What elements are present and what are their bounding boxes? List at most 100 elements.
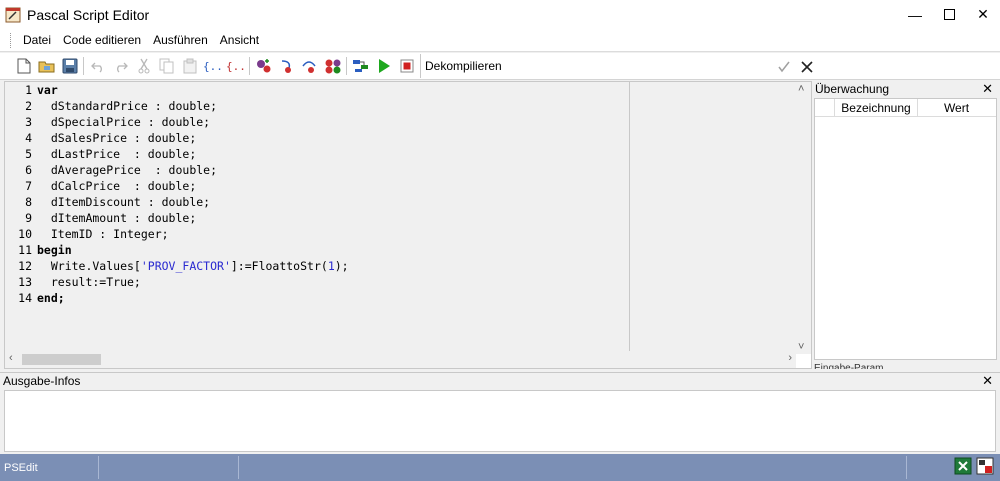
watch-panel-header: Überwachung ✕	[814, 81, 997, 97]
line-number: 6	[25, 163, 32, 177]
code-editor[interactable]: 1 2 3 4 5 6 7 8 9 10 11 12 13 14 var dSt…	[4, 81, 812, 369]
watch-panel-close-icon[interactable]: ✕	[982, 81, 993, 97]
braces-blue-icon: {..}	[203, 60, 223, 73]
code-line[interactable]: dItemAmount : double;	[36, 210, 796, 226]
redo-icon	[116, 62, 128, 73]
code-line[interactable]: dCalcPrice : double;	[36, 178, 796, 194]
new-file-button[interactable]	[12, 55, 35, 77]
menu-ausfuehren[interactable]: Ausführen	[147, 33, 214, 47]
output-panel-title: Ausgabe-Infos	[3, 374, 81, 388]
stop-icon	[400, 59, 413, 73]
copy-icon	[159, 58, 173, 74]
code-line[interactable]: dSpecialPrice : double;	[36, 114, 796, 130]
input-params-tab[interactable]: Eingabe-Param	[814, 363, 883, 369]
menu-ansicht[interactable]: Ansicht	[214, 33, 265, 47]
line-number: 5	[25, 147, 32, 161]
run-button[interactable]	[372, 55, 395, 77]
code-line-highlighted[interactable]: Write.Values['PROV_FACTOR']:=FloattoStr(…	[36, 258, 796, 274]
open-folder-icon	[38, 61, 54, 73]
paste-button[interactable]	[178, 55, 201, 77]
breakpoint-icon	[256, 59, 270, 73]
scroll-up-icon[interactable]: ˄	[798, 83, 804, 95]
code-line[interactable]: ItemID : Integer;	[36, 226, 796, 242]
menu-bar: Datei Code editieren Ausführen Ansicht	[0, 29, 1000, 52]
scroll-left-icon[interactable]: ‹	[9, 352, 13, 364]
watch-header-indicator	[815, 99, 835, 116]
code-line[interactable]: dAveragePrice : double;	[36, 162, 796, 178]
status-cell-3	[239, 456, 907, 479]
line-number: 2	[25, 99, 32, 113]
output-panel-header: Ausgabe-Infos ✕	[0, 373, 1000, 389]
cut-button[interactable]	[132, 55, 155, 77]
scroll-right-icon[interactable]: ›	[788, 352, 792, 364]
menu-code-editieren[interactable]: Code editieren	[57, 33, 147, 47]
compile-icon	[352, 60, 368, 72]
toolbar-separator	[346, 57, 347, 75]
open-file-button[interactable]	[35, 55, 58, 77]
line-number: 4	[25, 131, 32, 145]
watch-table-header: Bezeichnung Wert	[815, 99, 996, 117]
compile-button[interactable]	[349, 55, 372, 77]
close-button[interactable]: ✕	[966, 0, 1000, 29]
undo-button[interactable]	[86, 55, 109, 77]
code-text-area[interactable]: var dStandardPrice : double; dSpecialPri…	[36, 82, 796, 354]
line-number: 13	[18, 275, 32, 289]
window-title: Pascal Script Editor	[27, 6, 150, 23]
code-line[interactable]: result:=True;	[36, 274, 796, 290]
cancel-button[interactable]	[795, 56, 818, 78]
redo-button[interactable]	[109, 55, 132, 77]
horizontal-scrollbar[interactable]: ‹ ›	[5, 351, 796, 368]
watch-header-bezeichnung[interactable]: Bezeichnung	[835, 99, 918, 116]
stop-button[interactable]	[395, 55, 418, 77]
save-button[interactable]	[58, 55, 81, 77]
confirm-button[interactable]	[772, 56, 795, 78]
cut-icon	[138, 58, 149, 74]
checkmark-icon	[777, 61, 790, 72]
toggle-breakpoint-button[interactable]	[252, 55, 275, 77]
step-into-button[interactable]	[275, 55, 298, 77]
toolbar-separator	[83, 57, 84, 75]
status-cell-2	[99, 456, 239, 479]
code-line[interactable]: dLastPrice : double;	[36, 146, 796, 162]
breakpoints-list-button[interactable]	[321, 55, 344, 77]
play-icon	[378, 59, 390, 73]
svg-text:{..}: {..}	[226, 60, 246, 73]
excel-export-icon[interactable]	[954, 457, 972, 475]
toolbar-separator	[249, 57, 250, 75]
line-number: 7	[25, 179, 32, 193]
output-panel: Ausgabe-Infos ✕	[0, 372, 1000, 454]
toolbar: {..} {..} Dekompilieren	[0, 53, 1000, 80]
watch-table[interactable]: Bezeichnung Wert	[814, 98, 997, 360]
watch-header-wert[interactable]: Wert	[918, 99, 995, 116]
paste-icon	[183, 58, 196, 74]
line-number: 3	[25, 115, 32, 129]
code-line[interactable]: dSalesPrice : double;	[36, 130, 796, 146]
step-into-icon	[281, 60, 291, 73]
code-line[interactable]: dStandardPrice : double;	[36, 98, 796, 114]
output-text-area[interactable]	[4, 390, 996, 452]
maximize-button[interactable]	[932, 0, 966, 29]
copy-button[interactable]	[155, 55, 178, 77]
new-file-icon	[17, 58, 30, 74]
code-line[interactable]: begin	[36, 242, 796, 258]
line-number: 10	[18, 227, 32, 241]
menu-grip	[10, 32, 13, 48]
code-line[interactable]: dItemDiscount : double;	[36, 194, 796, 210]
output-panel-close-icon[interactable]: ✕	[982, 373, 993, 389]
vertical-scrollbar[interactable]: ˄ ˅	[794, 82, 811, 354]
comment-block-button[interactable]: {..}	[201, 55, 224, 77]
pdf-export-icon[interactable]	[976, 457, 994, 475]
step-over-icon	[301, 61, 316, 73]
line-number: 8	[25, 195, 32, 209]
uncomment-block-button[interactable]: {..}	[224, 55, 247, 77]
code-line[interactable]: var	[36, 82, 796, 98]
minimize-button[interactable]: —	[898, 0, 932, 29]
breakpoints-list-icon	[325, 59, 340, 74]
step-over-button[interactable]	[298, 55, 321, 77]
line-number: 14	[18, 291, 32, 305]
horizontal-scroll-thumb[interactable]	[22, 354, 101, 365]
code-line[interactable]: end;	[36, 290, 796, 306]
scroll-down-icon[interactable]: ˅	[798, 341, 804, 353]
menu-datei[interactable]: Datei	[17, 33, 57, 47]
decompile-button[interactable]: Dekompilieren	[420, 54, 506, 78]
